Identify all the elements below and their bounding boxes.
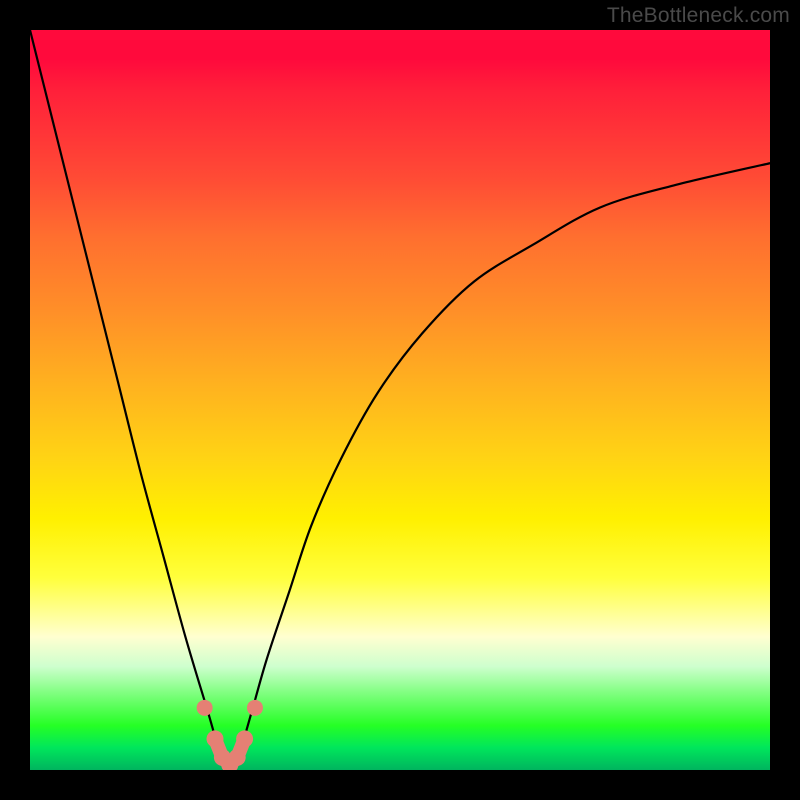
highlight-dot — [197, 700, 213, 716]
bottleneck-curve-svg — [30, 30, 770, 770]
highlight-dot — [207, 730, 224, 747]
chart-area — [30, 30, 770, 770]
bottleneck-curve — [30, 30, 770, 770]
watermark-text: TheBottleneck.com — [607, 4, 790, 28]
highlight-dot — [247, 700, 263, 716]
highlight-dots-group — [197, 700, 263, 770]
highlight-dot — [236, 730, 253, 747]
highlight-dot — [229, 749, 246, 766]
